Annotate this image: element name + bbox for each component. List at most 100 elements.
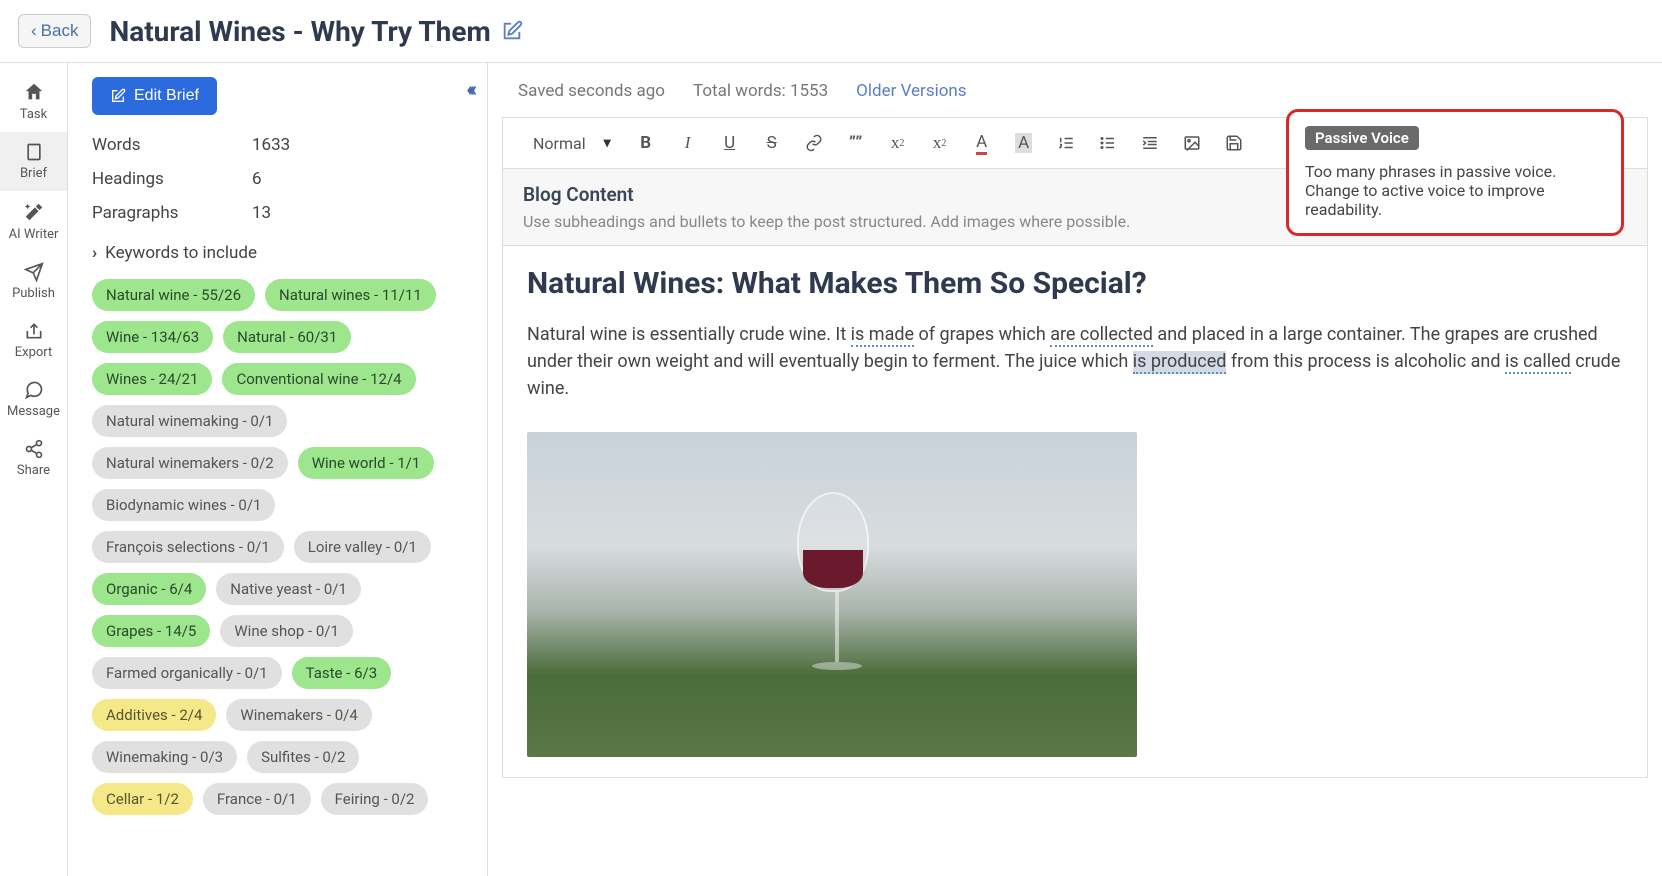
- nav-export[interactable]: Export: [0, 311, 67, 370]
- home-icon: [23, 81, 45, 103]
- keyword-tag[interactable]: Natural - 60/31: [223, 321, 351, 353]
- passive-phrase[interactable]: is called: [1505, 351, 1571, 374]
- keyword-tag[interactable]: Taste - 6/3: [292, 657, 392, 689]
- chat-icon: [24, 380, 44, 400]
- edit-title-icon[interactable]: [501, 20, 523, 42]
- bullet-list-button[interactable]: [1089, 126, 1127, 160]
- nav-brief[interactable]: Brief: [0, 132, 67, 191]
- keyword-tag[interactable]: Winemaking - 0/3: [92, 741, 237, 773]
- nav-label: Task: [20, 107, 47, 122]
- keyword-tag[interactable]: Feiring - 0/2: [321, 783, 429, 815]
- nav-label: Message: [7, 404, 60, 419]
- keywords-toggle[interactable]: › Keywords to include: [92, 243, 463, 263]
- article-body[interactable]: Natural Wines: What Makes Them So Specia…: [503, 246, 1647, 777]
- italic-button[interactable]: I: [669, 126, 707, 160]
- edit-brief-button[interactable]: Edit Brief: [92, 77, 217, 115]
- stat-value: 1633: [252, 135, 290, 155]
- text-color-button[interactable]: A: [963, 126, 1001, 160]
- nav-ai-writer[interactable]: AI Writer: [0, 191, 67, 252]
- nav-label: Export: [15, 345, 53, 360]
- passive-phrase-selected[interactable]: is produced: [1133, 351, 1227, 374]
- keyword-tag[interactable]: François selections - 0/1: [92, 531, 284, 563]
- subscript-button[interactable]: x2: [879, 126, 917, 160]
- page-title: Natural Wines - Why Try Them: [109, 15, 522, 48]
- older-versions-link[interactable]: Older Versions: [856, 81, 966, 101]
- nav-share[interactable]: Share: [0, 429, 67, 488]
- quote-button[interactable]: ””: [837, 126, 875, 160]
- send-icon: [24, 262, 44, 282]
- total-words: Total words: 1553: [693, 81, 828, 101]
- keyword-tag[interactable]: Organic - 6/4: [92, 573, 206, 605]
- content-section: Blog Content Use subheadings and bullets…: [502, 169, 1648, 778]
- image-button[interactable]: [1173, 126, 1211, 160]
- underline-button[interactable]: U: [711, 126, 749, 160]
- keyword-tag[interactable]: Natural wine - 55/26: [92, 279, 255, 311]
- share-icon: [24, 439, 44, 459]
- keyword-tag[interactable]: Cellar - 1/2: [92, 783, 193, 815]
- nav-message[interactable]: Message: [0, 370, 67, 429]
- passive-phrase[interactable]: is made: [851, 324, 914, 347]
- keyword-tag[interactable]: Wines - 24/21: [92, 363, 212, 395]
- export-icon: [24, 321, 44, 341]
- keyword-tag[interactable]: Additives - 2/4: [92, 699, 216, 731]
- page-title-text: Natural Wines - Why Try Them: [109, 15, 490, 48]
- nav-label: Publish: [12, 286, 55, 301]
- format-select[interactable]: Normal: [523, 128, 596, 159]
- stat-value: 13: [252, 203, 271, 223]
- keyword-tag[interactable]: Wine shop - 0/1: [220, 615, 353, 647]
- keyword-tag[interactable]: Natural wines - 11/11: [265, 279, 436, 311]
- nav-label: Share: [17, 463, 50, 478]
- back-button[interactable]: ‹ Back: [18, 14, 91, 48]
- keyword-tag[interactable]: Native yeast - 0/1: [216, 573, 361, 605]
- tip-text: Too many phrases in passive voice. Chang…: [1305, 162, 1605, 219]
- indent-button[interactable]: [1131, 126, 1169, 160]
- keyword-tag[interactable]: Sulfites - 0/2: [247, 741, 359, 773]
- bold-button[interactable]: B: [627, 126, 665, 160]
- nav-label: Brief: [20, 166, 47, 181]
- keyword-tag[interactable]: Conventional wine - 12/4: [222, 363, 415, 395]
- article-heading: Natural Wines: What Makes Them So Specia…: [527, 266, 1623, 301]
- stat-label: Paragraphs: [92, 203, 252, 223]
- keyword-tag[interactable]: Biodynamic wines - 0/1: [92, 489, 275, 521]
- wine-glass-illustration: [797, 492, 877, 692]
- wand-icon: [23, 201, 45, 223]
- keyword-tag[interactable]: Natural winemakers - 0/2: [92, 447, 288, 479]
- keyword-tag[interactable]: Winemakers - 0/4: [226, 699, 371, 731]
- brief-panel: ‹‹‹ Edit Brief Words 1633 Headings 6 Par…: [68, 63, 488, 876]
- chevron-down-icon[interactable]: ▾: [604, 135, 611, 151]
- strikethrough-button[interactable]: S: [753, 126, 791, 160]
- superscript-button[interactable]: x2: [921, 126, 959, 160]
- top-header: ‹ Back Natural Wines - Why Try Them: [0, 0, 1662, 63]
- keyword-tag[interactable]: Grapes - 14/5: [92, 615, 210, 647]
- keyword-tag[interactable]: France - 0/1: [203, 783, 311, 815]
- stat-value: 6: [252, 169, 262, 189]
- ordered-list-button[interactable]: [1047, 126, 1085, 160]
- passive-phrase[interactable]: are collected: [1050, 324, 1153, 347]
- keyword-tag[interactable]: Wine - 134/63: [92, 321, 213, 353]
- keywords-header-label: Keywords to include: [105, 243, 257, 263]
- back-label: Back: [41, 21, 79, 41]
- chevron-left-icon: ‹: [31, 21, 37, 41]
- keyword-tag[interactable]: Natural winemaking - 0/1: [92, 405, 287, 437]
- nav-task[interactable]: Task: [0, 71, 67, 132]
- status-bar: Saved seconds ago Total words: 1553 Olde…: [488, 63, 1662, 109]
- keyword-tag[interactable]: Wine world - 1/1: [298, 447, 435, 479]
- nav-publish[interactable]: Publish: [0, 252, 67, 311]
- readability-tip: Passive Voice Too many phrases in passiv…: [1286, 109, 1624, 236]
- article-image[interactable]: [527, 432, 1137, 757]
- keyword-tag[interactable]: Farmed organically - 0/1: [92, 657, 282, 689]
- keyword-tags-container: Natural wine - 55/26 Natural wines - 11/1…: [92, 279, 463, 815]
- nav-label: AI Writer: [9, 227, 59, 242]
- chevron-right-icon: ›: [92, 243, 97, 263]
- saved-status: Saved seconds ago: [518, 81, 665, 101]
- document-icon: [24, 142, 44, 162]
- highlight-color-button[interactable]: A: [1005, 126, 1043, 160]
- keyword-tag[interactable]: Loire valley - 0/1: [294, 531, 431, 563]
- stat-paragraphs: Paragraphs 13: [92, 203, 463, 223]
- collapse-panel-button[interactable]: ‹‹‹: [466, 77, 473, 101]
- save-button[interactable]: [1215, 126, 1253, 160]
- article-paragraph: Natural wine is essentially crude wine. …: [527, 321, 1623, 402]
- link-button[interactable]: [795, 126, 833, 160]
- sidebar-nav: Task Brief AI Writer Publish Export Mess…: [0, 63, 68, 876]
- edit-brief-label: Edit Brief: [134, 87, 199, 105]
